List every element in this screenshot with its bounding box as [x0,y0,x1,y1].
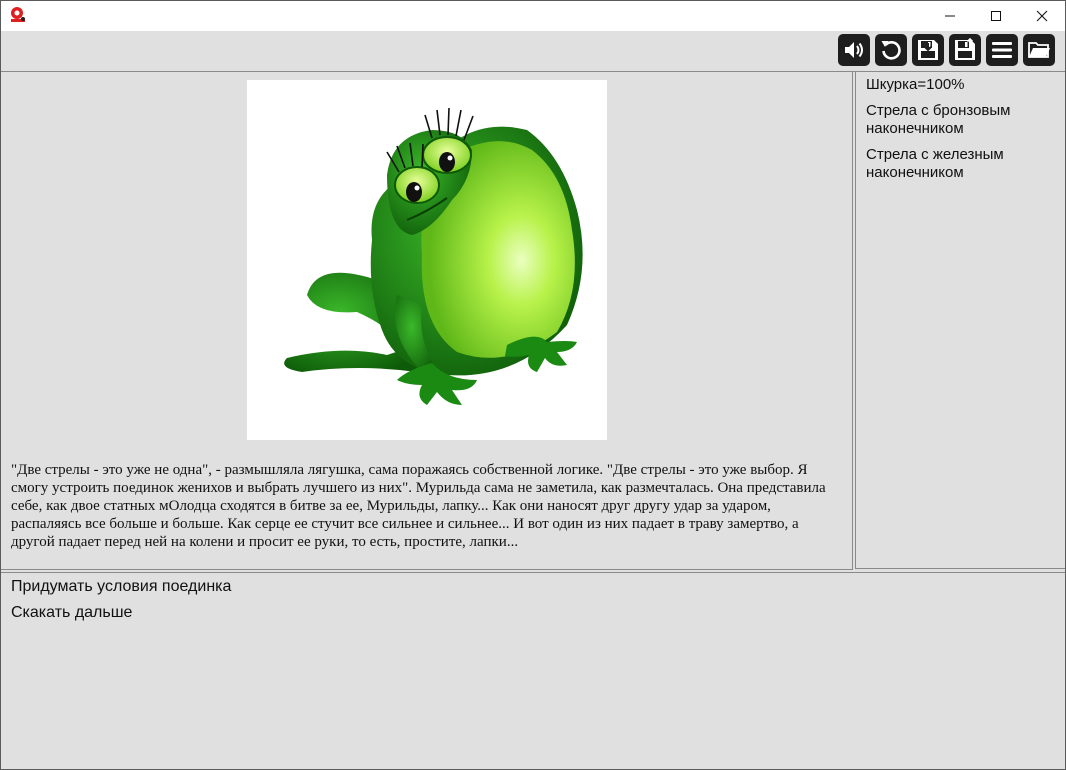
action-link[interactable]: Скакать дальше [11,603,1055,623]
frog-picture [247,80,607,440]
actions-panel: Придумать условия поединка Скакать дальш… [1,572,1065,769]
save-icon [918,40,938,60]
story-panel: "Две стрелы - это уже не одна", - размыш… [1,72,853,570]
menu-icon [992,42,1012,58]
quick-save-button[interactable] [949,34,981,66]
restart-button[interactable] [875,34,907,66]
open-folder-button[interactable] [1023,34,1055,66]
quick-save-icon [955,38,975,60]
maximize-button[interactable] [973,1,1019,31]
sound-icon [845,42,863,58]
close-icon [1036,10,1048,22]
action-link[interactable]: Придумать условия поединка [11,577,1055,597]
inventory-item: Стрела с железным наконечником [866,146,1004,181]
sound-button[interactable] [838,34,870,66]
menu-button[interactable] [986,34,1018,66]
toolbar [1,31,1065,72]
close-button[interactable] [1019,1,1065,31]
inventory-item: Шкурка=100% [866,76,965,93]
open-folder-icon [1028,42,1050,58]
title-bar [1,1,1065,31]
app-logo-icon [9,6,27,24]
minimize-button[interactable] [927,1,973,31]
inventory-item: Стрела с бронзовым наконечником [866,102,1011,137]
save-button[interactable] [912,34,944,66]
inventory-panel: Шкурка=100% Стрела с бронзовым наконечни… [855,72,1065,569]
restart-icon [881,41,901,60]
minimize-icon [945,15,955,17]
story-text: "Две стрелы - это уже не одна", - размыш… [11,462,826,550]
app-window: "Две стрелы - это уже не одна", - размыш… [0,0,1066,770]
maximize-icon [991,11,1001,21]
